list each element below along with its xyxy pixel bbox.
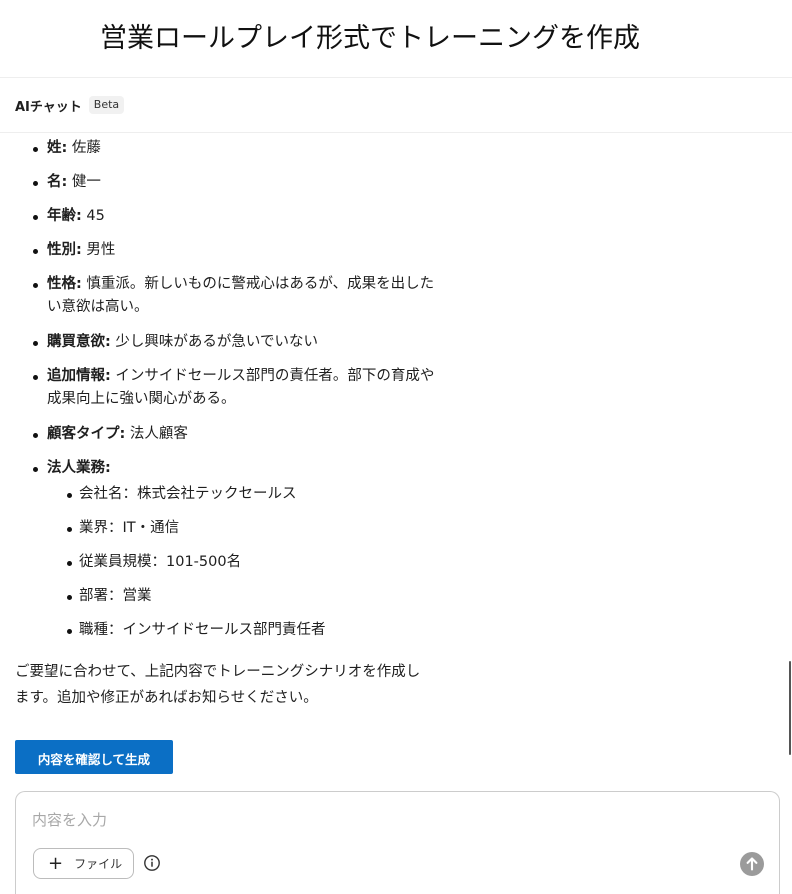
item-value: 慎重派。新しいものに警戒心はあるが、成果を出した — [81, 276, 435, 292]
list-item-corporate-business: 法人業務: — [33, 457, 477, 480]
item-value: 少し興味があるが急いでいない — [110, 334, 318, 350]
item-value: 法人顧客 — [125, 426, 188, 442]
item-key: 性格: — [47, 276, 82, 292]
sub-item-company-name: 会社名：株式会社テックセールス — [67, 483, 479, 506]
sub-item-text: 会社名：株式会社テックセールス — [79, 486, 297, 502]
sub-item-employee-scale: 従業員規模：101-500名 — [67, 551, 479, 574]
item-value-continued: い意欲は高い。 — [47, 299, 149, 315]
bullet-icon — [33, 181, 38, 186]
sub-item-text: 部署：営業 — [79, 588, 152, 604]
beta-badge: Beta — [88, 96, 125, 114]
item-key: 名: — [47, 174, 68, 190]
item-key: 購買意欲: — [47, 334, 111, 350]
closing-line: ます。追加や修正があればお知らせください。 — [15, 690, 318, 706]
plus-icon: + — [48, 852, 64, 874]
message-area[interactable]: 姓: 佐藤 名: 健一 年齢: 45 性別: 男性 性格: 慎重派。新しいものに… — [0, 133, 782, 783]
chat-title: AIチャット — [15, 99, 82, 115]
send-button[interactable] — [740, 852, 764, 876]
list-item-age: 年齢: 45 — [33, 205, 477, 228]
bullet-icon — [33, 215, 38, 220]
list-item-additional-info: 追加情報: インサイドセールス部門の責任者。部下の育成や 成果向上に強い関心があ… — [33, 365, 477, 411]
info-icon[interactable] — [143, 854, 161, 872]
assistant-closing-message: ご要望に合わせて、上記内容でトレーニングシナリオを作成し ます。追加や修正があれ… — [15, 659, 475, 711]
item-key: 年齢: — [47, 208, 82, 224]
sub-item-job-type: 職種：インサイドセールス部門責任者 — [67, 619, 479, 642]
bullet-icon — [33, 283, 38, 288]
item-key: 姓: — [47, 140, 68, 156]
bullet-icon — [67, 493, 72, 498]
list-item-gender: 性別: 男性 — [33, 239, 477, 262]
item-value: インサイドセールス部門の責任者。部下の育成や — [110, 368, 435, 384]
sub-item-text: 業界：IT・通信 — [79, 520, 180, 536]
sub-item-industry: 業界：IT・通信 — [67, 517, 479, 540]
bullet-icon — [33, 147, 38, 152]
item-key: 追加情報: — [47, 368, 111, 384]
closing-line: ご要望に合わせて、上記内容でトレーニングシナリオを作成し — [15, 664, 421, 680]
page-title: 営業ロールプレイ形式でトレーニングを作成 — [100, 23, 640, 54]
sub-item-text: 職種：インサイドセールス部門責任者 — [79, 622, 326, 638]
item-value: 45 — [81, 208, 105, 224]
item-value-continued: 成果向上に強い関心がある。 — [47, 391, 236, 407]
item-key: 性別: — [47, 242, 82, 258]
chat-header: AIチャット Beta — [0, 77, 792, 133]
arrow-up-icon — [746, 857, 758, 871]
bullet-icon — [67, 527, 72, 532]
list-item-last-name: 姓: 佐藤 — [33, 137, 477, 160]
bullet-icon — [67, 629, 72, 634]
confirm-and-generate-button[interactable]: 内容を確認して生成 — [15, 740, 173, 774]
bullet-icon — [33, 433, 38, 438]
list-item-first-name: 名: 健一 — [33, 171, 477, 194]
file-button-label: ファイル — [74, 857, 123, 871]
bullet-icon — [67, 561, 72, 566]
bullet-icon — [33, 467, 38, 472]
list-item-personality: 性格: 慎重派。新しいものに警戒心はあるが、成果を出した い意欲は高い。 — [33, 273, 477, 319]
item-key: 法人業務: — [47, 460, 111, 476]
bullet-icon — [67, 595, 72, 600]
bullet-icon — [33, 375, 38, 380]
sub-item-text: 従業員規模：101-500名 — [79, 554, 242, 570]
item-key: 顧客タイプ: — [47, 426, 126, 442]
message-input[interactable] — [32, 808, 732, 832]
item-value: 佐藤 — [67, 140, 101, 156]
bullet-icon — [33, 341, 38, 346]
scrollbar-thumb[interactable] — [789, 661, 791, 755]
bullet-icon — [33, 249, 38, 254]
list-item-customer-type: 顧客タイプ: 法人顧客 — [33, 423, 477, 446]
attach-file-button[interactable]: + ファイル — [33, 848, 134, 879]
item-value: 男性 — [81, 242, 116, 258]
item-value: 健一 — [67, 174, 101, 190]
sub-item-department: 部署：営業 — [67, 585, 479, 608]
message-composer: + ファイル — [15, 791, 780, 894]
list-item-purchase-intent: 購買意欲: 少し興味があるが急いでいない — [33, 331, 477, 354]
